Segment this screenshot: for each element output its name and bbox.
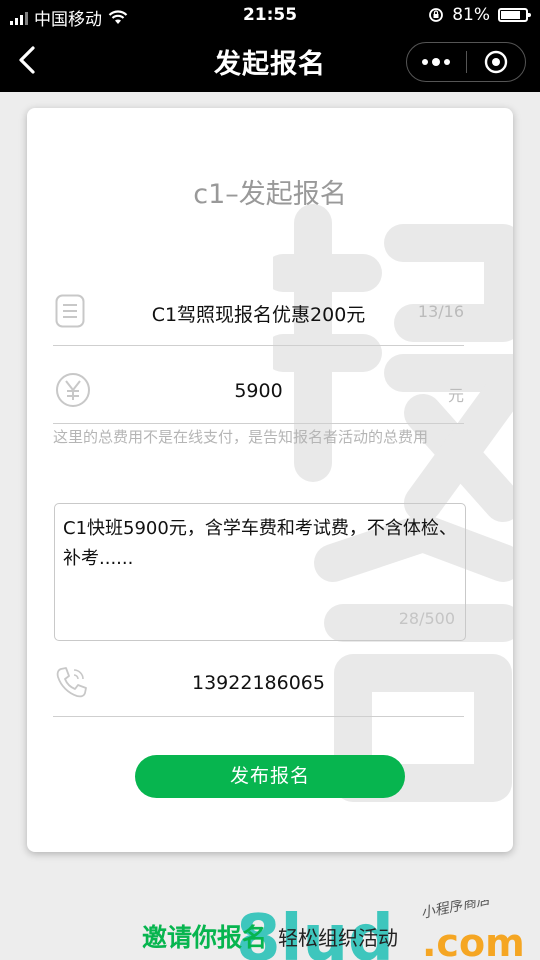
form-heading: c1–发起报名: [193, 179, 347, 210]
rotation-lock-icon: [429, 8, 444, 22]
more-button[interactable]: [407, 43, 466, 81]
form-card: c1–发起报名 C1驾照现报名优惠200元 13/16 5900 元 这里的总费…: [27, 108, 513, 852]
fee-field[interactable]: 5900 元: [53, 366, 464, 424]
status-bar: 中国移动 21:55 81%: [0, 0, 540, 30]
phone-field[interactable]: 13922186065: [53, 656, 464, 717]
title-char-counter: 13/16: [417, 302, 464, 321]
footer-banner: 8lud .com 小程序商店 邀请你报名 轻松组织活动: [0, 900, 540, 960]
title-field[interactable]: C1驾照现报名优惠200元 13/16: [53, 288, 464, 346]
fee-unit: 元: [447, 386, 464, 405]
battery-percent: 81%: [452, 5, 490, 25]
description-char-counter: 28/500: [398, 609, 455, 628]
submit-button[interactable]: 发布报名: [135, 755, 405, 798]
svg-text:.com: .com: [422, 921, 525, 960]
battery-icon: [498, 8, 531, 22]
slogan-easy: 轻松组织活动: [278, 926, 398, 950]
mini-program-capsule: [406, 42, 526, 82]
description-textarea[interactable]: C1快班5900元，含学车费和考试费，不含体检、补考...... 28/500: [54, 503, 466, 641]
target-icon: [484, 50, 507, 74]
fee-input[interactable]: 5900: [53, 380, 464, 402]
description-text: C1快班5900元，含学车费和考试费，不含体检、补考......: [63, 518, 457, 569]
more-dots-icon: [422, 58, 451, 66]
slogan-invite: 邀请你报名: [142, 923, 268, 952]
title-input[interactable]: C1驾照现报名优惠200元: [53, 300, 464, 327]
svg-text:小程序商店: 小程序商店: [420, 900, 494, 922]
close-button[interactable]: [467, 43, 526, 81]
phone-input[interactable]: 13922186065: [53, 672, 464, 694]
fee-hint: 这里的总费用不是在线支付，是告知报名者活动的总费用: [53, 428, 429, 446]
nav-bar: 发起报名: [0, 30, 540, 92]
